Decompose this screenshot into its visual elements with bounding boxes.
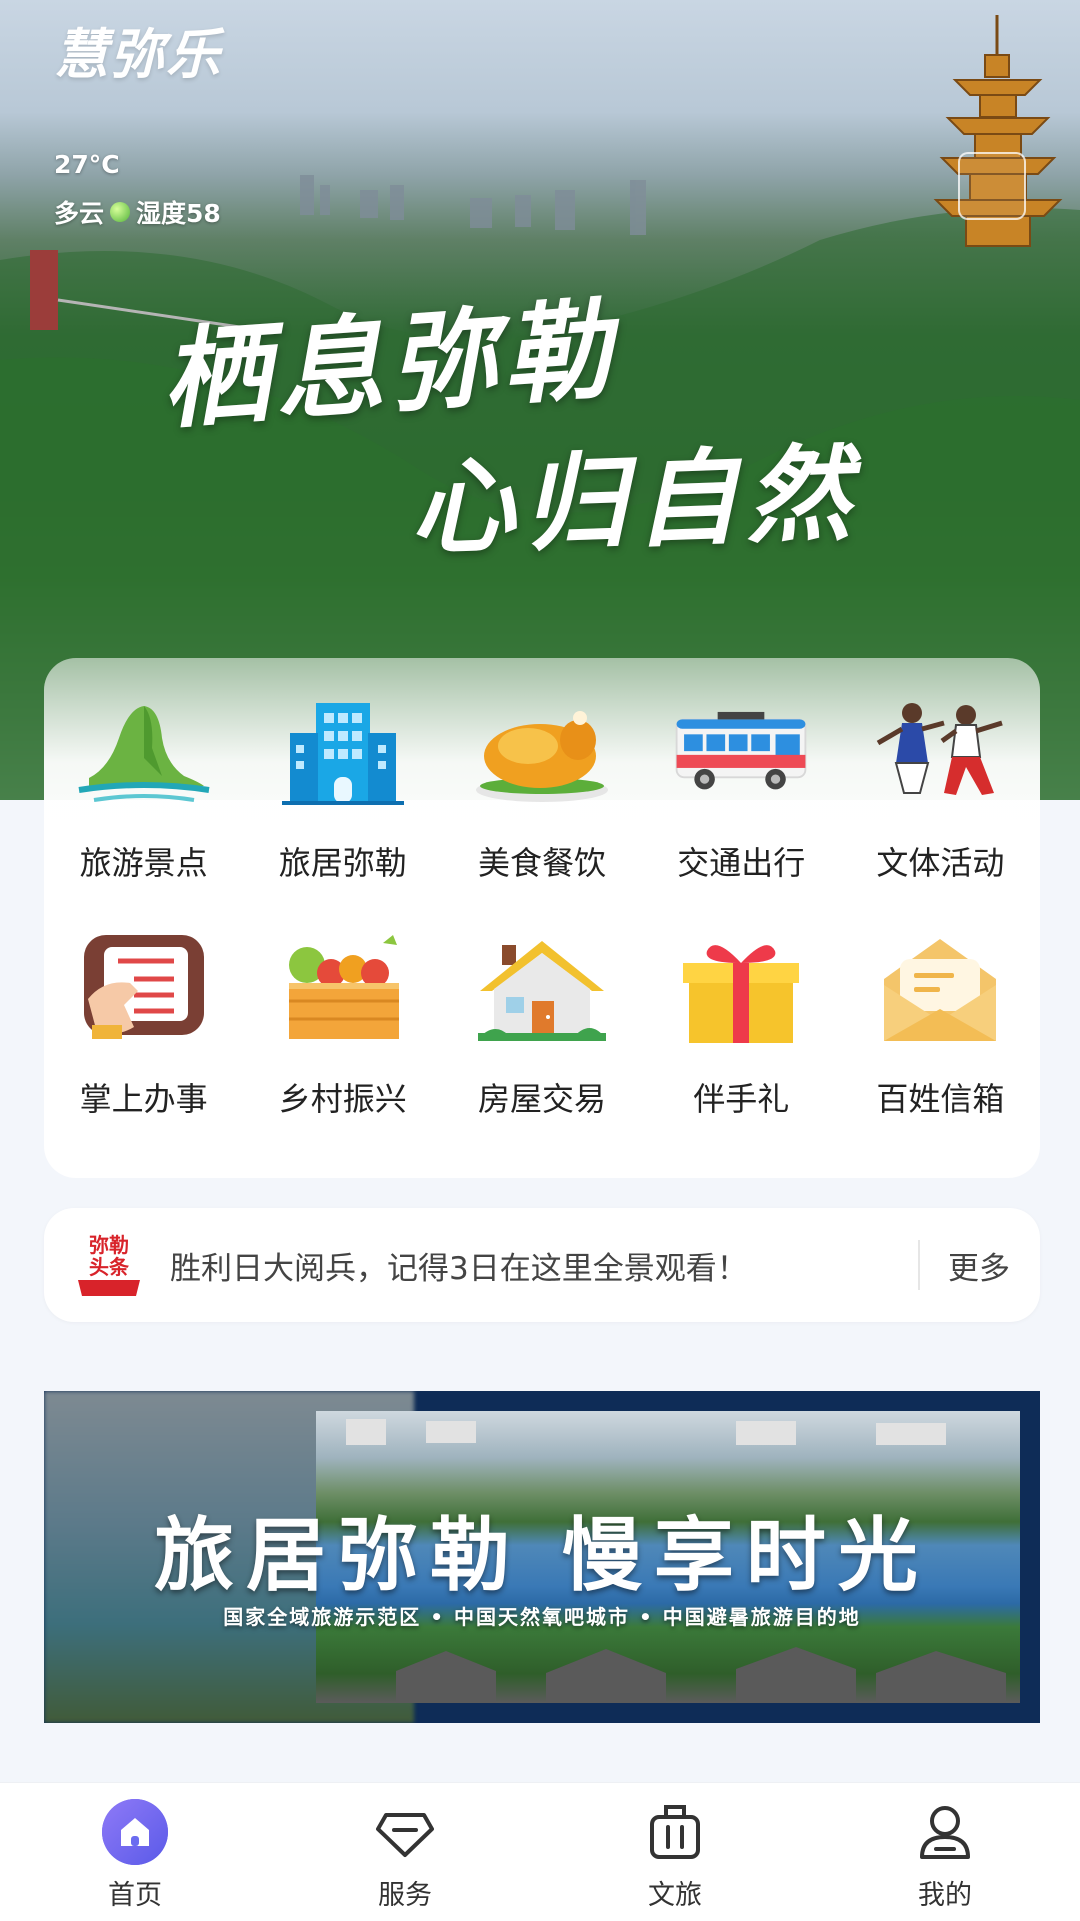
house-icon: [472, 924, 612, 1054]
service-rural-revitalization[interactable]: 乡村振兴: [243, 924, 442, 1120]
service-grid-card: 旅游景点 旅居弥勒 美食餐饮 交通出行 文体活动 掌上办事 乡村振兴 房屋交易 …: [44, 658, 1040, 1178]
mile-headlines-logo: 弥勒 头条: [74, 1230, 144, 1300]
user-icon: [910, 1797, 980, 1867]
service-culture-sports[interactable]: 文体活动: [841, 688, 1040, 884]
service-label: 旅居弥勒: [278, 844, 407, 882]
weather-condition: 多云: [54, 199, 105, 228]
building-icon: [273, 688, 413, 818]
logo-text-line1: 弥勒: [89, 1233, 129, 1257]
service-label: 文体活动: [876, 844, 1005, 882]
service-label: 房屋交易: [477, 1080, 606, 1118]
tab-label: 首页: [108, 1880, 162, 1911]
checklist-hand-icon: [74, 924, 214, 1054]
service-sojourn[interactable]: 旅居弥勒: [243, 688, 442, 884]
weather-info: 多云 湿度58: [54, 194, 221, 230]
bus-icon: [671, 688, 811, 818]
service-tourist-spots[interactable]: 旅游景点: [44, 688, 243, 884]
news-ticker[interactable]: 弥勒 头条 胜利日大阅兵，记得3日在这里全景观看！ 更多: [44, 1208, 1040, 1322]
service-online-affairs[interactable]: 掌上办事: [44, 924, 243, 1120]
banner-subtitle: 国家全域旅游示范区 • 中国天然氧吧城市 • 中国避暑旅游目的地: [223, 1605, 861, 1629]
tab-label: 服务: [378, 1880, 432, 1911]
bottom-tab-bar: 首页 服务 文旅 我的: [0, 1782, 1080, 1921]
news-more-link[interactable]: 更多: [948, 1243, 1010, 1288]
service-housing-transaction[interactable]: 房屋交易: [442, 924, 641, 1120]
service-label: 百姓信箱: [876, 1080, 1005, 1118]
service-label: 乡村振兴: [278, 1080, 407, 1118]
service-souvenirs[interactable]: 伴手礼: [642, 924, 841, 1120]
tab-home[interactable]: 首页: [0, 1783, 270, 1921]
tab-label: 我的: [918, 1880, 972, 1911]
news-headline[interactable]: 胜利日大阅兵，记得3日在这里全景观看！: [170, 1243, 898, 1288]
roast-chicken-icon: [472, 688, 612, 818]
tab-label: 文旅: [648, 1880, 702, 1911]
banner-title: 旅居弥勒 慢享时光: [154, 1508, 930, 1602]
service-label: 交通出行: [677, 844, 806, 882]
service-label: 掌上办事: [79, 1080, 208, 1118]
tab-culture-tourism[interactable]: 文旅: [540, 1783, 810, 1921]
slogan-line-2: 心归自然: [408, 431, 861, 570]
logo-text-line2: 头条: [89, 1255, 130, 1279]
app-brand: 慧弥乐: [54, 23, 222, 86]
service-public-mailbox[interactable]: 百姓信箱: [841, 924, 1040, 1120]
gift-icon: [671, 924, 811, 1054]
diamond-icon: [370, 1797, 440, 1867]
produce-crate-icon: [273, 924, 413, 1054]
divider: [918, 1240, 920, 1290]
mail-icon: [870, 924, 1010, 1054]
tab-services[interactable]: 服务: [270, 1783, 540, 1921]
temperature: 27°C: [54, 150, 120, 179]
service-grid: 旅游景点 旅居弥勒 美食餐饮 交通出行 文体活动 掌上办事 乡村振兴 房屋交易 …: [44, 688, 1040, 1120]
promo-banner[interactable]: 旅居弥勒 慢享时光 国家全域旅游示范区 • 中国天然氧吧城市 • 中国避暑旅游目…: [44, 1391, 1040, 1723]
mountain-icon: [74, 688, 214, 818]
service-food[interactable]: 美食餐饮: [442, 688, 641, 884]
service-label: 美食餐饮: [477, 844, 606, 882]
hero-slogan: 栖息弥勒 心归自然: [157, 270, 860, 570]
leaf-icon: [110, 202, 131, 222]
service-transport[interactable]: 交通出行: [642, 688, 841, 884]
luggage-icon: [640, 1797, 710, 1867]
humidity: 湿度58: [136, 199, 221, 228]
service-label: 旅游景点: [79, 844, 208, 882]
tab-profile[interactable]: 我的: [810, 1783, 1080, 1921]
hero-overlay-button[interactable]: [958, 152, 1026, 220]
service-label: 伴手礼: [693, 1080, 790, 1118]
home-icon: [100, 1797, 170, 1867]
dancers-icon: [870, 688, 1010, 818]
